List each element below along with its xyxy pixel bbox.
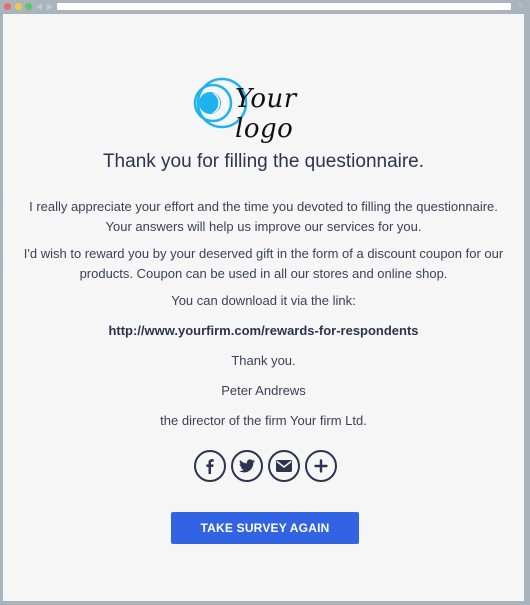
logo-text: Your logo [235,84,297,144]
forward-arrow-icon[interactable]: ▶ [46,2,54,11]
minimize-window-button[interactable] [15,3,22,10]
social-share-buttons [194,450,337,482]
signer-title: the director of the firm Your firm Ltd. [160,413,367,428]
twitter-icon [239,459,255,473]
page-title: Thank you for filling the questionnaire. [102,151,425,172]
facebook-share-button[interactable] [194,450,226,482]
maximize-window-button[interactable] [25,3,32,10]
more-share-button[interactable] [305,450,337,482]
appreciation-paragraph: I really appreciate your effort and the … [29,199,498,234]
download-text: You can download it via the link: [171,293,356,308]
extension-icon[interactable]: ✎ [518,3,526,10]
plus-icon [314,459,328,473]
envelope-icon [276,460,292,472]
facebook-icon [206,459,214,474]
close-window-button[interactable] [4,3,11,10]
logo: Your logo [190,76,350,144]
browser-titlebar: ◀ ▶ ✎ [0,0,530,13]
twitter-share-button[interactable] [231,450,263,482]
take-survey-again-button[interactable]: TAKE SURVEY AGAIN [171,512,359,544]
address-bar[interactable] [57,3,511,10]
reward-link[interactable]: http://www.yourfirm.com/rewards-for-resp… [23,321,504,341]
reward-paragraph: I'd wish to reward you by your deserved … [23,246,504,281]
email-share-button[interactable] [268,450,300,482]
page-content: Your logo Thank you for filling the ques… [3,14,524,601]
back-arrow-icon[interactable]: ◀ [35,2,43,11]
signer-name: Peter Andrews [221,383,306,398]
thanks-text: Thank you. [231,353,296,368]
